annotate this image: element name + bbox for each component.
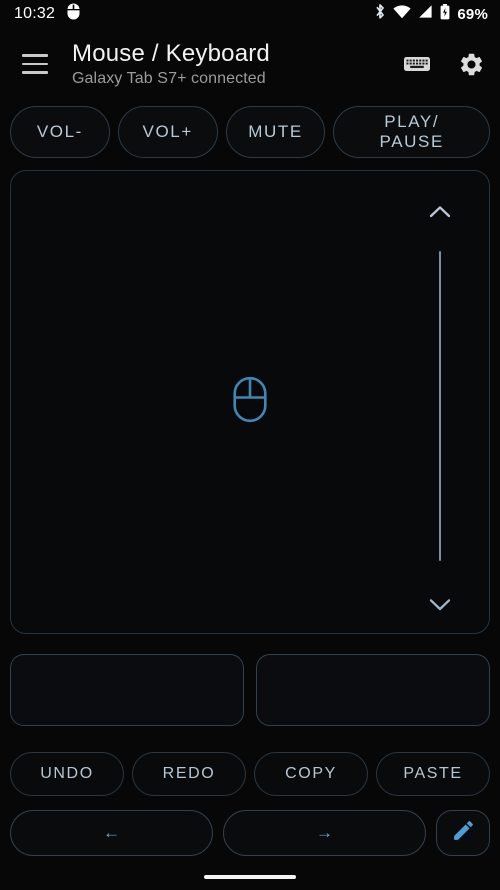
scroll-track[interactable] xyxy=(439,251,441,561)
status-bar: 10:32 69% xyxy=(0,0,500,28)
status-bar-right: 69% xyxy=(374,3,488,25)
edit-actions-row: UNDO REDO COPY PASTE xyxy=(10,752,490,796)
hamburger-menu-icon[interactable] xyxy=(16,45,54,83)
redo-button[interactable]: REDO xyxy=(132,752,246,796)
back-button[interactable]: ← xyxy=(10,810,213,856)
volume-down-button[interactable]: VOL- xyxy=(10,106,110,158)
app-header: Mouse / Keyboard Galaxy Tab S7+ connecte… xyxy=(0,28,500,100)
mouse-buttons-row xyxy=(10,654,490,726)
right-click-button[interactable] xyxy=(256,654,490,726)
keyboard-icon[interactable] xyxy=(402,49,432,79)
left-click-button[interactable] xyxy=(10,654,244,726)
chevron-down-icon[interactable] xyxy=(429,598,451,611)
undo-button[interactable]: UNDO xyxy=(10,752,124,796)
pencil-icon xyxy=(451,818,476,848)
scroll-strip[interactable] xyxy=(422,171,458,633)
header-title-block: Mouse / Keyboard Galaxy Tab S7+ connecte… xyxy=(72,40,392,89)
home-indicator xyxy=(204,875,296,879)
play-pause-button[interactable]: PLAY/ PAUSE xyxy=(333,106,490,158)
wifi-icon xyxy=(393,4,411,24)
gear-icon[interactable] xyxy=(456,49,486,79)
touchpad-area[interactable] xyxy=(10,170,490,634)
mouse-icon xyxy=(233,376,267,428)
page-title: Mouse / Keyboard xyxy=(72,39,270,67)
status-bar-left: 10:32 xyxy=(14,3,80,25)
connection-status-label: Galaxy Tab S7+ connected xyxy=(72,69,266,87)
media-controls-row: VOL- VOL+ MUTE PLAY/ PAUSE xyxy=(10,106,490,158)
mouse-icon xyxy=(67,3,80,25)
mute-button[interactable]: MUTE xyxy=(225,106,326,158)
navigation-row: ← → xyxy=(10,810,490,856)
bluetooth-icon xyxy=(374,3,386,25)
battery-percent-label: 69% xyxy=(457,5,488,23)
status-clock: 10:32 xyxy=(14,5,56,22)
cell-signal-icon xyxy=(418,4,433,24)
chevron-up-icon[interactable] xyxy=(429,205,451,218)
volume-up-button[interactable]: VOL+ xyxy=(117,106,218,158)
header-actions xyxy=(402,49,486,79)
paste-button[interactable]: PASTE xyxy=(376,752,490,796)
battery-icon xyxy=(440,3,450,25)
forward-button[interactable]: → xyxy=(223,810,426,856)
edit-text-button[interactable] xyxy=(436,810,490,856)
copy-button[interactable]: COPY xyxy=(254,752,368,796)
app-root: 10:32 69% Mouse / Keyboard Galaxy Tab S7… xyxy=(0,0,500,890)
play-pause-label: PLAY/ PAUSE xyxy=(379,112,444,151)
